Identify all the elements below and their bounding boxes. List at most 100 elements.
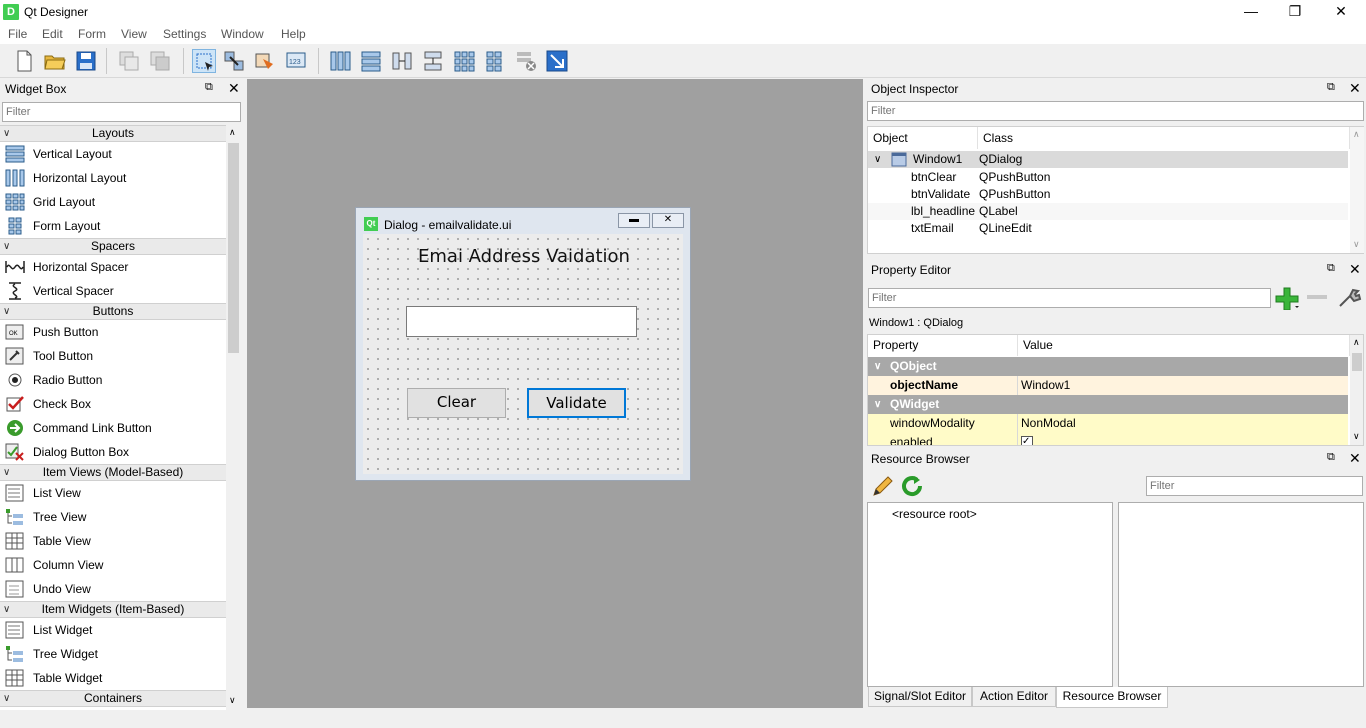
widget-box-scrollbar[interactable]: ∧ ∨ xyxy=(226,125,241,710)
category-buttons[interactable]: ∨ Buttons xyxy=(0,303,226,320)
widget-item-command-link-button[interactable]: Command Link Button xyxy=(0,416,226,440)
adjust-size-icon[interactable] xyxy=(545,49,569,73)
object-inspector-filter-input[interactable] xyxy=(867,101,1364,121)
widget-item-horizontal-layout[interactable]: Horizontal Layout xyxy=(0,166,226,190)
tree-row-root[interactable]: ∨ Window1 QDialog xyxy=(868,151,1348,168)
edit-buddies-icon[interactable] xyxy=(253,49,277,73)
object-tree-scrollbar[interactable]: ∧ ∨ xyxy=(1350,127,1364,253)
tree-row[interactable]: lbl_headline QLabel xyxy=(868,203,1348,220)
enabled-checkbox[interactable]: ✓ xyxy=(1021,436,1033,445)
scroll-up-icon[interactable]: ∧ xyxy=(229,127,236,138)
property-row-enabled[interactable]: enabled ✓ xyxy=(868,433,1348,445)
property-editor-filter-input[interactable] xyxy=(868,288,1271,308)
chevron-down-icon[interactable]: ∨ xyxy=(874,357,881,376)
widget-item-table-view[interactable]: Table View xyxy=(0,529,226,553)
new-file-icon[interactable] xyxy=(12,49,36,73)
group-qobject[interactable]: ∨ QObject xyxy=(868,357,1348,376)
chevron-down-icon[interactable]: ∨ xyxy=(874,395,881,414)
column-header-class[interactable]: Class xyxy=(978,127,1350,149)
configure-wrench-icon[interactable] xyxy=(1336,286,1362,310)
scrollbar-thumb[interactable] xyxy=(228,143,239,353)
widget-item-undo-view[interactable]: Undo View xyxy=(0,577,226,601)
clear-button[interactable]: Clear xyxy=(407,388,506,418)
menu-view[interactable]: View xyxy=(121,27,147,41)
menu-edit[interactable]: Edit xyxy=(42,27,63,41)
tree-row[interactable]: btnValidate QPushButton xyxy=(868,186,1348,203)
dialog-close-icon[interactable]: ✕ xyxy=(652,213,684,228)
close-icon[interactable]: ✕ xyxy=(1349,261,1361,278)
menu-settings[interactable]: Settings xyxy=(163,27,206,41)
email-line-edit[interactable] xyxy=(406,306,637,337)
dialog-minimize-icon[interactable]: ▬ xyxy=(618,213,650,228)
property-row-windowmodality[interactable]: windowModality NonModal xyxy=(868,414,1348,433)
scroll-down-icon[interactable]: ∨ xyxy=(1353,431,1360,442)
break-layout-icon[interactable] xyxy=(514,49,538,73)
category-item-widgets[interactable]: ∨ Item Widgets (Item-Based) xyxy=(0,601,226,618)
close-icon[interactable]: ✕ xyxy=(1349,450,1361,467)
menu-window[interactable]: Window xyxy=(221,27,264,41)
widget-item-vertical-spacer[interactable]: Vertical Spacer xyxy=(0,279,226,303)
tab-action-editor[interactable]: Action Editor xyxy=(972,687,1056,707)
maximize-button[interactable]: ❐ xyxy=(1272,0,1318,24)
layout-grid-icon[interactable] xyxy=(452,49,476,73)
layout-vertical-icon[interactable] xyxy=(359,49,383,73)
edit-widgets-icon[interactable] xyxy=(192,49,216,73)
widget-box-filter-input[interactable] xyxy=(2,102,241,122)
remove-property-icon[interactable] xyxy=(1306,292,1328,302)
scrollbar-thumb[interactable] xyxy=(1352,353,1362,371)
scroll-down-icon[interactable]: ∨ xyxy=(229,695,236,706)
layout-horizontal-icon[interactable] xyxy=(328,49,352,73)
widget-item-push-button[interactable]: OK Push Button xyxy=(0,320,226,344)
widget-item-grid-layout[interactable]: Grid Layout xyxy=(0,190,226,214)
edit-resources-pencil-icon[interactable] xyxy=(871,474,895,498)
widget-item-table-widget[interactable]: Table Widget xyxy=(0,666,226,690)
widget-item-form-layout[interactable]: Form Layout xyxy=(0,214,226,238)
scroll-down-icon[interactable]: ∨ xyxy=(1353,239,1360,250)
close-icon[interactable]: ✕ xyxy=(1349,80,1361,97)
column-header-object[interactable]: Object xyxy=(868,127,978,149)
widget-item-tool-button[interactable]: Tool Button xyxy=(0,344,226,368)
layout-splitter-horizontal-icon[interactable] xyxy=(390,49,414,73)
save-icon[interactable] xyxy=(74,49,98,73)
scroll-up-icon[interactable]: ∧ xyxy=(1353,129,1360,140)
property-row-objectname[interactable]: objectName Window1 xyxy=(868,376,1348,395)
edit-tab-order-icon[interactable]: 123 xyxy=(285,49,309,73)
column-header-property[interactable]: Property xyxy=(868,335,1018,356)
minimize-button[interactable]: — xyxy=(1228,0,1274,24)
float-icon[interactable]: ⧉ xyxy=(205,81,213,94)
lbl-headline[interactable]: Emai Address Vaidation xyxy=(356,246,692,267)
property-value[interactable]: Window1 xyxy=(1021,376,1070,395)
widget-item-check-box[interactable]: Check Box xyxy=(0,392,226,416)
reload-icon[interactable] xyxy=(900,474,924,498)
float-icon[interactable]: ⧉ xyxy=(1327,262,1335,275)
group-qwidget[interactable]: ∨ QWidget xyxy=(868,395,1348,414)
widget-item-vertical-layout[interactable]: Vertical Layout xyxy=(0,142,226,166)
property-value[interactable]: NonModal xyxy=(1021,414,1076,433)
widget-item-tree-view[interactable]: Tree View xyxy=(0,505,226,529)
dialog-form-window[interactable]: Qt Dialog - emailvalidate.ui ▬ ✕ Emai Ad… xyxy=(355,207,691,481)
tree-row[interactable]: btnClear QPushButton xyxy=(868,169,1348,186)
widget-item-dialog-button-box[interactable]: Dialog Button Box xyxy=(0,440,226,464)
category-spacers[interactable]: ∨ Spacers xyxy=(0,238,226,255)
category-item-views[interactable]: ∨ Item Views (Model-Based) xyxy=(0,464,226,481)
widget-item-column-view[interactable]: Column View xyxy=(0,553,226,577)
layout-form-icon[interactable] xyxy=(483,49,507,73)
widget-item-radio-button[interactable]: Radio Button xyxy=(0,368,226,392)
copy-form-icon[interactable] xyxy=(117,49,141,73)
edit-signals-slots-icon[interactable] xyxy=(222,49,246,73)
category-layouts[interactable]: ∨ Layouts xyxy=(0,125,226,142)
menu-file[interactable]: File xyxy=(8,27,27,41)
tab-signal-slot-editor[interactable]: Signal/Slot Editor xyxy=(868,687,972,707)
float-icon[interactable]: ⧉ xyxy=(1327,451,1335,464)
dialog-canvas[interactable] xyxy=(363,234,683,474)
menu-form[interactable]: Form xyxy=(78,27,106,41)
add-property-icon[interactable] xyxy=(1274,286,1300,310)
menu-help[interactable]: Help xyxy=(281,27,306,41)
float-icon[interactable]: ⧉ xyxy=(1327,81,1335,94)
validate-button[interactable]: Validate xyxy=(527,388,626,418)
widget-item-list-view[interactable]: List View xyxy=(0,481,226,505)
scroll-up-icon[interactable]: ∧ xyxy=(1353,337,1360,348)
paste-form-icon[interactable] xyxy=(148,49,172,73)
column-header-value[interactable]: Value xyxy=(1018,335,1350,356)
tree-row[interactable]: txtEmail QLineEdit xyxy=(868,220,1348,237)
